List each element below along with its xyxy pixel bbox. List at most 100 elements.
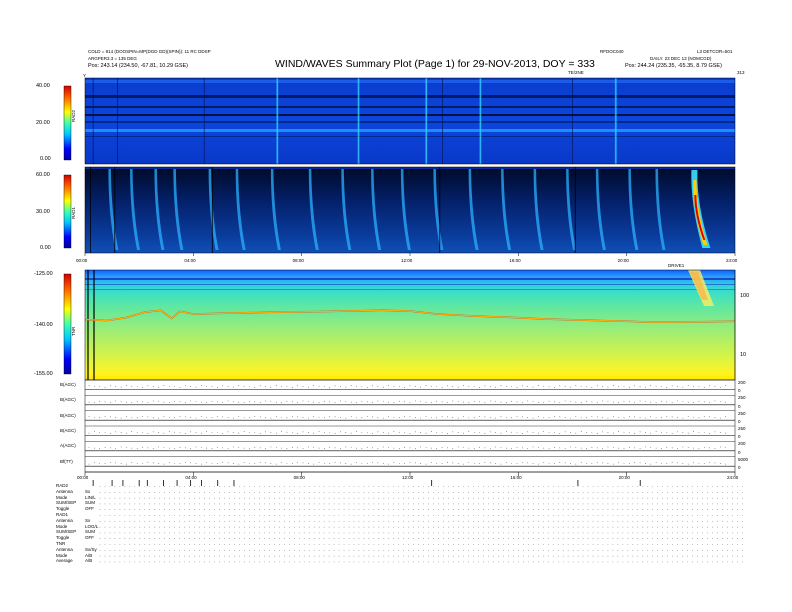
line-sample bbox=[500, 385, 502, 386]
status-dot bbox=[408, 544, 410, 545]
line-sample bbox=[398, 462, 400, 464]
status-dot bbox=[293, 538, 295, 539]
line-sample bbox=[291, 446, 293, 448]
status-dot bbox=[259, 526, 260, 528]
status-dot bbox=[652, 521, 654, 522]
status-dot bbox=[378, 486, 380, 487]
status-dot bbox=[204, 550, 205, 551]
status-dot bbox=[687, 550, 688, 551]
status-dot bbox=[229, 550, 230, 551]
line-sample bbox=[607, 463, 609, 464]
status-dot bbox=[244, 561, 245, 563]
line-sample bbox=[522, 447, 523, 449]
line-sample bbox=[222, 447, 224, 449]
line-sample bbox=[233, 401, 234, 402]
status-dot bbox=[199, 538, 200, 539]
line-sample bbox=[388, 401, 389, 403]
line-sample bbox=[152, 431, 154, 433]
status-dot bbox=[393, 544, 395, 545]
status-dot bbox=[448, 538, 449, 539]
line-sample bbox=[580, 431, 582, 432]
status-dot bbox=[622, 544, 624, 545]
line-sample bbox=[302, 400, 304, 402]
line-sample bbox=[655, 402, 657, 404]
status-dot bbox=[114, 486, 116, 487]
status-dot bbox=[697, 538, 698, 539]
status-dot bbox=[657, 550, 659, 551]
status-dot bbox=[672, 486, 673, 487]
line-sample bbox=[206, 431, 208, 432]
line-sample bbox=[623, 462, 625, 464]
status-dot bbox=[144, 550, 146, 551]
status-dot bbox=[308, 526, 310, 528]
status-dot bbox=[229, 561, 230, 563]
line-sample bbox=[286, 462, 288, 464]
line-sample bbox=[457, 386, 459, 388]
status-dot bbox=[448, 521, 449, 522]
line-sample bbox=[340, 431, 341, 433]
status-dot bbox=[722, 492, 723, 493]
status-dot bbox=[373, 521, 375, 522]
status-dot bbox=[537, 486, 539, 487]
line-sample bbox=[575, 432, 577, 434]
status-dot bbox=[398, 526, 400, 528]
status-dot bbox=[373, 486, 375, 487]
status-dot bbox=[134, 486, 136, 487]
line-sample bbox=[666, 446, 668, 448]
line-sample bbox=[254, 415, 256, 417]
status-dot bbox=[308, 532, 310, 534]
status-dot bbox=[408, 486, 410, 487]
status-dot bbox=[254, 503, 255, 505]
status-dot bbox=[134, 509, 136, 511]
status-dot bbox=[443, 497, 444, 499]
line-sample bbox=[596, 385, 598, 387]
status-dot bbox=[104, 486, 106, 487]
status-dot bbox=[169, 555, 171, 557]
status-dot bbox=[398, 492, 400, 493]
status-dot bbox=[567, 509, 569, 511]
status-dot bbox=[652, 561, 654, 563]
line-sample bbox=[152, 400, 154, 402]
status-dot bbox=[732, 509, 733, 511]
status-dot bbox=[418, 521, 420, 522]
status-dot bbox=[114, 544, 116, 545]
status-dot bbox=[219, 544, 220, 545]
status-dot bbox=[328, 555, 330, 557]
line-sample bbox=[184, 461, 186, 463]
status-dot bbox=[293, 515, 295, 516]
status-dot bbox=[567, 503, 569, 505]
line-sample bbox=[687, 385, 689, 386]
status-dot bbox=[348, 532, 350, 534]
status-dot bbox=[647, 521, 649, 522]
line-sample bbox=[372, 385, 373, 387]
status-dot bbox=[567, 492, 569, 493]
line-sample bbox=[398, 386, 400, 388]
status-dot bbox=[134, 532, 136, 534]
status-dot bbox=[582, 550, 584, 551]
status-dot bbox=[234, 486, 235, 487]
line-sample bbox=[201, 401, 202, 403]
status-dot bbox=[219, 550, 220, 551]
line-sample bbox=[382, 432, 384, 433]
status-dot bbox=[144, 503, 146, 505]
line-sample bbox=[233, 417, 234, 419]
status-dot bbox=[254, 515, 255, 516]
status-dot bbox=[154, 544, 156, 545]
line-sample bbox=[457, 417, 459, 419]
line-sample bbox=[340, 462, 341, 464]
status-dot bbox=[642, 486, 644, 487]
line-sample bbox=[580, 462, 582, 463]
line-sample bbox=[522, 416, 523, 418]
status-dot bbox=[667, 521, 669, 522]
status-dot bbox=[707, 550, 708, 551]
status-dot bbox=[637, 532, 639, 534]
status-dot bbox=[503, 561, 504, 563]
status-dot bbox=[722, 550, 723, 551]
line-sample bbox=[591, 401, 593, 403]
status-dot bbox=[592, 555, 594, 557]
status-dot bbox=[164, 555, 166, 557]
status-dot bbox=[288, 544, 290, 545]
status-dot bbox=[249, 492, 250, 493]
status-dot bbox=[682, 497, 683, 499]
status-dot bbox=[483, 532, 484, 534]
